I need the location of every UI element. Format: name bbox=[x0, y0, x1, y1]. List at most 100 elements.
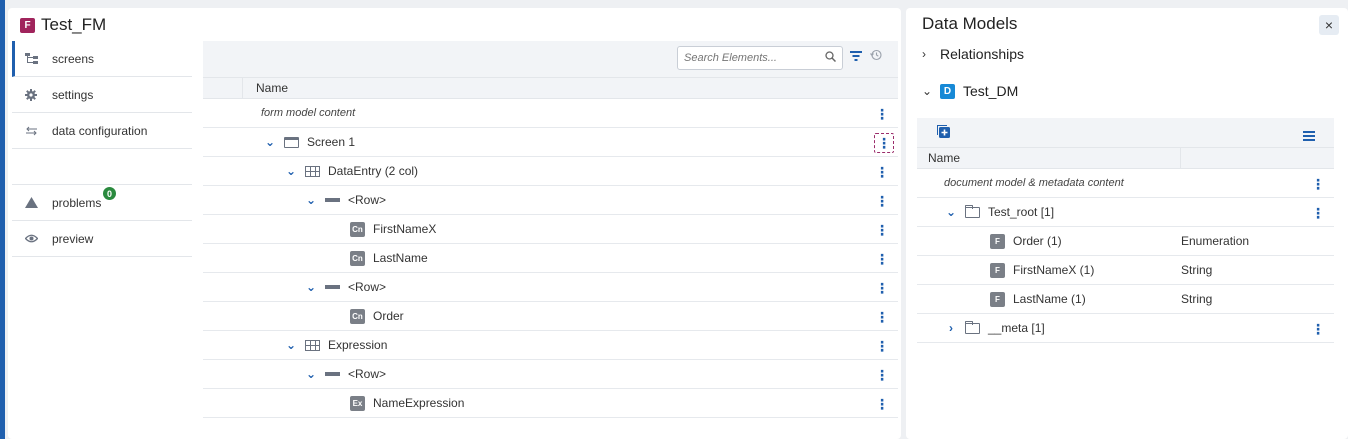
more-options-icon[interactable]: ⋮ bbox=[875, 309, 889, 325]
tree-row-label: LastName bbox=[373, 251, 428, 265]
more-options-icon[interactable]: ⋮ bbox=[875, 251, 889, 267]
more-options-icon[interactable]: ⋮ bbox=[874, 133, 894, 153]
close-button[interactable]: × bbox=[1319, 15, 1339, 35]
data-model-row[interactable]: ⌄ Test_root [1] ⋮ bbox=[917, 198, 1334, 227]
grid-icon bbox=[305, 165, 320, 177]
data-model-row[interactable]: › __meta [1] ⋮ bbox=[917, 314, 1334, 343]
tree-row[interactable]: Ex NameExpression ⋮ bbox=[203, 389, 898, 418]
row-icon bbox=[325, 285, 340, 289]
search-icon[interactable] bbox=[825, 51, 837, 65]
data-model-row[interactable]: Enumeration F Order (1) bbox=[917, 227, 1334, 256]
data-models-panel: Data Models × › Relationships ⌄ D Test_D… bbox=[906, 8, 1348, 439]
nav-spacer bbox=[12, 149, 192, 185]
control-icon: Cn bbox=[350, 250, 365, 266]
data-model-row-label: __meta [1] bbox=[988, 321, 1045, 335]
warning-triangle-icon bbox=[24, 196, 38, 210]
data-model-row[interactable]: String F LastName (1) bbox=[917, 285, 1334, 314]
column-header-name: Name bbox=[256, 81, 289, 95]
control-icon: Cn bbox=[350, 221, 365, 237]
tree-rows: form model content ⋮ ⌄ Screen 1 ⋮ ⌄ DataEntry … bbox=[203, 99, 898, 418]
tree-row-label: FirstNameX bbox=[373, 222, 437, 236]
data-model-badge-icon: D bbox=[940, 83, 955, 99]
more-options-icon[interactable]: ⋮ bbox=[875, 396, 889, 412]
data-model-accordion[interactable]: ⌄ D Test_DM bbox=[922, 83, 1018, 99]
more-options-icon[interactable]: ⋮ bbox=[1311, 176, 1325, 192]
form-model-badge-icon: F bbox=[20, 17, 35, 33]
nav-label-problems: problems bbox=[52, 195, 102, 210]
chevron-right-icon: › bbox=[922, 47, 926, 61]
folder-icon bbox=[965, 204, 980, 218]
screens-icon bbox=[24, 52, 38, 66]
history-icon[interactable] bbox=[870, 49, 882, 64]
control-icon: Cn bbox=[350, 308, 365, 324]
field-icon: F bbox=[990, 291, 1005, 307]
problems-count-badge: 0 bbox=[103, 187, 116, 200]
chevron-down-icon[interactable]: ⌄ bbox=[945, 205, 957, 219]
field-icon: F bbox=[990, 262, 1005, 278]
tree-row[interactable]: Cn FirstNameX ⋮ bbox=[203, 215, 898, 244]
tree-row[interactable]: ⌄ <Row> ⋮ bbox=[203, 186, 898, 215]
left-accent-bar bbox=[0, 0, 5, 439]
tree-row-label: <Row> bbox=[348, 280, 387, 294]
more-options-icon[interactable]: ⋮ bbox=[875, 164, 889, 180]
data-type-label: String bbox=[1181, 292, 1213, 306]
tree-row[interactable]: ⌄ Expression ⋮ bbox=[203, 331, 898, 360]
tree-row[interactable]: form model content ⋮ bbox=[203, 99, 898, 128]
chevron-down-icon[interactable]: ⌄ bbox=[285, 338, 297, 352]
chevron-down-icon[interactable]: ⌄ bbox=[264, 135, 276, 149]
tree-row[interactable]: ⌄ <Row> ⋮ bbox=[203, 360, 898, 389]
side-navigation: screens settings data configuration prob… bbox=[12, 41, 192, 257]
data-model-row-label: FirstNameX (1) bbox=[1013, 263, 1095, 277]
nav-item-preview[interactable]: preview bbox=[12, 221, 192, 257]
data-model-row[interactable]: String F FirstNameX (1) bbox=[917, 256, 1334, 285]
search-elements-box bbox=[677, 46, 843, 70]
search-elements-input[interactable] bbox=[684, 52, 814, 64]
tree-row[interactable]: ⌄ Screen 1 ⋮ bbox=[203, 128, 898, 157]
more-options-icon[interactable]: ⋮ bbox=[875, 193, 889, 209]
more-options-icon[interactable]: ⋮ bbox=[875, 338, 889, 354]
nav-item-settings[interactable]: settings bbox=[12, 77, 192, 113]
more-options-icon[interactable]: ⋮ bbox=[875, 106, 889, 122]
filter-icon[interactable] bbox=[850, 50, 862, 64]
data-model-rows: document model & metadata content ⋮ ⌄ Test_… bbox=[917, 169, 1334, 343]
chevron-right-icon[interactable]: › bbox=[945, 321, 957, 335]
chevron-down-icon[interactable]: ⌄ bbox=[285, 164, 297, 178]
nav-label-settings: settings bbox=[52, 87, 94, 102]
add-element-icon[interactable] bbox=[937, 125, 950, 143]
tree-row[interactable]: ⌄ DataEntry (2 col) ⋮ bbox=[203, 157, 898, 186]
tree-row[interactable]: Cn LastName ⋮ bbox=[203, 244, 898, 273]
tree-row[interactable]: ⌄ <Row> ⋮ bbox=[203, 273, 898, 302]
data-model-header: Name bbox=[917, 147, 1334, 169]
tree-row-label: DataEntry (2 col) bbox=[328, 164, 419, 178]
chevron-down-icon: ⌄ bbox=[922, 84, 933, 98]
relationships-accordion[interactable]: › Relationships bbox=[922, 46, 1024, 62]
data-model-row-label: Order (1) bbox=[1013, 234, 1062, 248]
tree-row[interactable]: Cn Order ⋮ bbox=[203, 302, 898, 331]
data-model-toolbar bbox=[917, 118, 1334, 147]
grid-icon bbox=[305, 339, 320, 351]
more-options-icon[interactable]: ⋮ bbox=[1311, 321, 1325, 337]
dm-column-header-name: Name bbox=[917, 148, 1181, 168]
more-options-icon[interactable]: ⋮ bbox=[1311, 205, 1325, 221]
data-type-label: String bbox=[1181, 263, 1213, 277]
data-type-label: Enumeration bbox=[1181, 234, 1250, 248]
chevron-down-icon[interactable]: ⌄ bbox=[305, 367, 317, 381]
nav-item-data-configuration[interactable]: data configuration bbox=[12, 113, 192, 149]
more-options-icon[interactable]: ⋮ bbox=[875, 222, 889, 238]
menu-icon[interactable] bbox=[1303, 128, 1315, 146]
tree-row-label: Screen 1 bbox=[307, 135, 356, 149]
nav-label-data-configuration: data configuration bbox=[52, 123, 148, 138]
tree-row-label: NameExpression bbox=[373, 396, 465, 410]
chevron-down-icon[interactable]: ⌄ bbox=[305, 193, 317, 207]
nav-item-problems[interactable]: problems 0 bbox=[12, 185, 192, 221]
tree-row-label: Expression bbox=[328, 338, 388, 352]
data-model-row-label: Test_root [1] bbox=[988, 205, 1055, 219]
more-options-icon[interactable]: ⋮ bbox=[875, 367, 889, 383]
chevron-down-icon[interactable]: ⌄ bbox=[305, 280, 317, 294]
meta-folder-icon bbox=[965, 320, 980, 334]
more-options-icon[interactable]: ⋮ bbox=[875, 280, 889, 296]
data-model-row[interactable]: document model & metadata content ⋮ bbox=[917, 169, 1334, 198]
tree-header: Name bbox=[203, 77, 898, 99]
nav-item-screens[interactable]: screens bbox=[12, 41, 192, 77]
field-icon: F bbox=[990, 233, 1005, 249]
